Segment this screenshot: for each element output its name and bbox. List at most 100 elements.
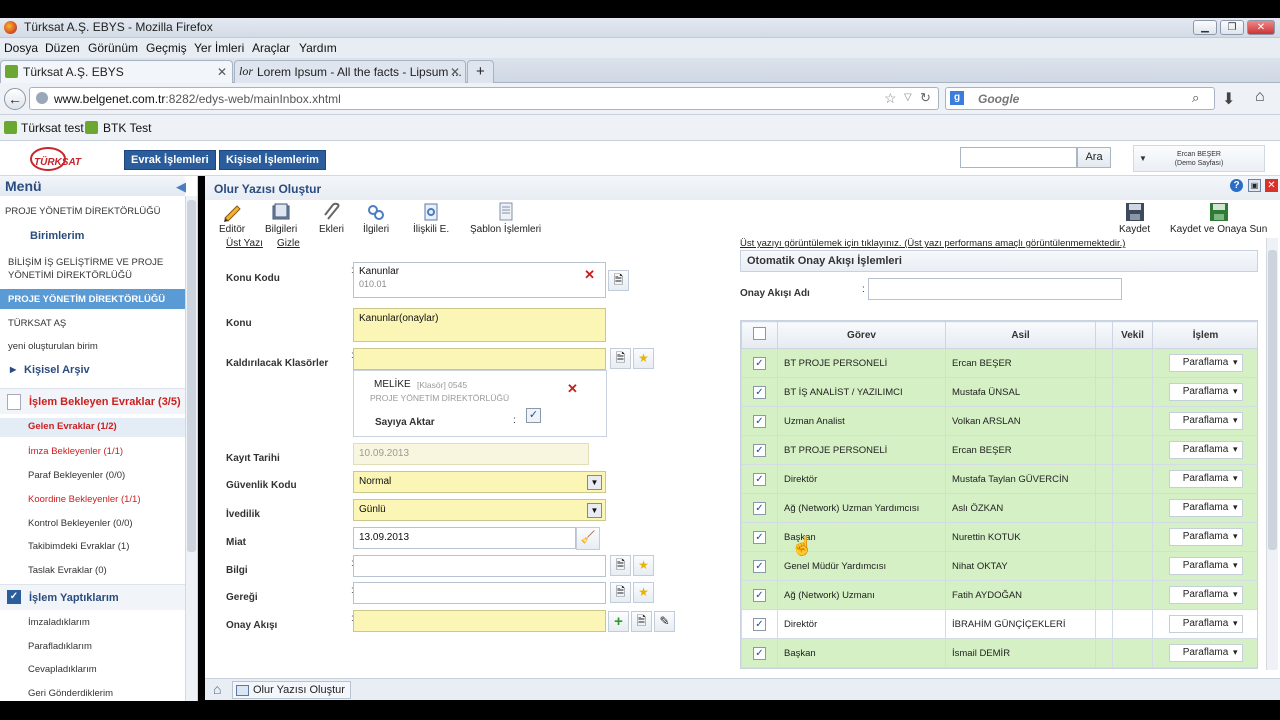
scrollbar-thumb[interactable] [1268,250,1277,550]
sidebar-unit-proje-active[interactable]: PROJE YÖNETİM DİREKTÖRLÜĞÜ [0,289,185,309]
clear-x-icon[interactable]: ✕ [584,267,595,283]
dropdown-icon[interactable]: ▽ [904,92,912,103]
menu-dosya[interactable]: Dosya [4,41,38,55]
user-menu[interactable]: ▼ Ercan BEŞER (Demo Sayfası) [1133,145,1265,172]
sidebar-taslak-evraklar[interactable]: Taslak Evraklar (0) [0,565,185,576]
islem-select[interactable]: Paraflama [1168,383,1243,401]
islem-cell[interactable]: Paraflama [1152,609,1257,639]
islem-select[interactable]: Paraflama [1168,470,1243,488]
address-bar[interactable]: www.belgenet.com.tr:8282/edys-web/mainIn… [29,87,939,110]
new-tab-button[interactable]: + [467,60,494,83]
islem-select[interactable]: Paraflama [1168,354,1243,372]
row-checkbox[interactable]: ✓ [753,588,766,602]
back-button[interactable]: ← [4,88,26,110]
islem-select[interactable]: Paraflama [1168,412,1243,430]
sidebar-scrollbar[interactable] [185,196,197,701]
table-row[interactable]: ✓ Başkan İsmail DEMİR Paraflama [741,638,1257,668]
islem-cell[interactable]: Paraflama [1152,493,1257,523]
close-tab-icon[interactable]: ✕ [217,65,227,79]
islem-cell[interactable]: Paraflama [1152,522,1257,552]
row-checkbox-cell[interactable]: ✓ [741,377,778,407]
menu-yer-imleri[interactable]: Yer İmleri [194,41,244,55]
close-tab-icon[interactable]: ✕ [450,65,460,79]
islem-cell[interactable]: Paraflama [1152,580,1257,610]
table-row[interactable]: ✓ Direktör İBRAHİM GÜNÇİÇEKLERİ Paraflama [741,609,1257,639]
table-row[interactable]: ✓ Uzman Analist Volkan ARSLAN Paraflama [741,406,1257,436]
klasor-tree-button[interactable]: 🗎 [610,348,631,369]
table-row[interactable]: ✓ Başkan Nurettin KOTUK Paraflama [741,522,1257,552]
row-checkbox[interactable]: ✓ [753,414,766,428]
bookmark-turksat-test[interactable]: Türksat test [21,121,84,135]
sidebar-gelen-evraklar[interactable]: Gelen Evraklar (1/2) [0,418,185,437]
row-checkbox[interactable]: ✓ [753,559,766,573]
row-checkbox-cell[interactable]: ✓ [741,348,778,378]
onay-akisi-adi-field[interactable] [868,278,1122,300]
row-checkbox-cell[interactable]: ✓ [741,580,778,610]
table-row[interactable]: ✓ BT PROJE PERSONELİ Ercan BEŞER Paraflama [741,435,1257,465]
bilgileri-button[interactable]: Bilgileri [265,202,297,235]
row-checkbox-cell[interactable]: ✓ [741,551,778,581]
konu-field[interactable]: Kanunlar(onaylar) [353,308,606,342]
bookmark-star-icon[interactable]: ☆ [884,90,897,107]
table-row[interactable]: ✓ BT İŞ ANALİST / YAZILIMCI Mustafa ÜNSAL P… [741,377,1257,407]
row-checkbox-cell[interactable]: ✓ [741,522,778,552]
clear-date-button[interactable]: 🧹 [576,527,600,550]
row-checkbox[interactable]: ✓ [753,646,766,660]
row-checkbox-cell[interactable]: ✓ [741,609,778,639]
konu-kodu-field[interactable]: Kanunlar 010.01 ✕ [353,262,606,298]
approval-tree-button[interactable]: 🗎 [631,611,652,632]
row-checkbox-cell[interactable]: ✓ [741,493,778,523]
bookmark-btk-test[interactable]: BTK Test [103,121,151,135]
islem-cell[interactable]: Paraflama [1152,435,1257,465]
evrak-islemleri-button[interactable]: Evrak İşlemleri [124,150,216,170]
sidebar-dept[interactable]: PROJE YÖNETİM DİREKTÖRLÜĞÜ [0,206,185,217]
row-checkbox[interactable]: ✓ [753,385,766,399]
sidebar-geri-gonderdiklerim[interactable]: Geri Gönderdiklerim [0,688,185,699]
sidebar-birimlerim[interactable]: Birimlerim [0,230,185,242]
row-checkbox-cell[interactable]: ✓ [741,406,778,436]
islem-cell[interactable]: Paraflama [1152,551,1257,581]
klasor-field[interactable] [353,348,606,370]
sidebar-imza-bekleyenler[interactable]: İmza Bekleyenler (1/1) [0,446,185,457]
kisisel-islemlerim-button[interactable]: Kişisel İşlemlerim [219,150,326,170]
select-tree-button[interactable]: 🗎 [608,270,629,291]
sablon-islemleri-button[interactable]: Şablon İşlemleri [470,202,541,235]
islem-cell[interactable]: Paraflama [1152,348,1257,378]
select-all-checkbox[interactable] [753,327,766,340]
ilgileri-button[interactable]: İlgileri [363,202,389,235]
home-icon[interactable]: ⌂ [1255,88,1265,106]
close-window-button[interactable]: ✕ [1247,20,1275,35]
sidebar-imzaladiklarim[interactable]: İmzaladıklarım [0,617,185,628]
bilgi-field[interactable] [353,555,606,577]
sidebar-koordine-bekleyenler[interactable]: Koordine Bekleyenler (1/1) [0,494,185,505]
row-checkbox[interactable]: ✓ [753,356,766,370]
row-checkbox[interactable]: ✓ [753,443,766,457]
kaydet-onaya-sun-button[interactable]: Kaydet ve Onaya Sun [1170,202,1267,235]
row-checkbox[interactable]: ✓ [753,530,766,544]
islem-cell[interactable]: Paraflama [1152,377,1257,407]
guvenlik-kodu-select[interactable]: Normal ▼ [353,471,606,493]
islem-select[interactable]: Paraflama [1168,528,1243,546]
close-panel-icon[interactable]: ✕ [1265,179,1278,192]
menu-araclar[interactable]: Araçlar [252,41,290,55]
islem-select[interactable]: Paraflama [1168,557,1243,575]
sidebar-cevapladiklarim[interactable]: Cevapladıklarım [0,664,185,675]
islem-cell[interactable]: Paraflama [1152,638,1257,668]
bilgi-tree-button[interactable]: 🗎 [610,555,631,576]
select-all-header[interactable] [741,321,778,349]
ust-yazi-link[interactable]: Üst Yazı [226,238,263,249]
row-checkbox[interactable]: ✓ [753,472,766,486]
ara-button[interactable]: Ara [1077,147,1111,168]
search-bar[interactable]: g Google ⌕ [945,87,1215,110]
minimize-button[interactable]: ▁ [1193,20,1217,35]
favorite-star-button[interactable]: ★ [633,348,654,369]
geregi-field[interactable] [353,582,606,604]
tab-lipsum[interactable]: lor Lorem Ipsum - All the facts - Lipsum… [234,60,466,83]
gizle-link[interactable]: Gizle [277,238,300,249]
onay-akisi-field[interactable] [353,610,606,632]
collapse-sidebar-icon[interactable]: ◀ [176,179,186,195]
ekleri-button[interactable]: Ekleri [319,202,344,235]
menu-gorunum[interactable]: Görünüm [88,41,138,55]
approval-edit-button[interactable]: ✎ [654,611,675,632]
islem-select[interactable]: Paraflama [1168,615,1243,633]
